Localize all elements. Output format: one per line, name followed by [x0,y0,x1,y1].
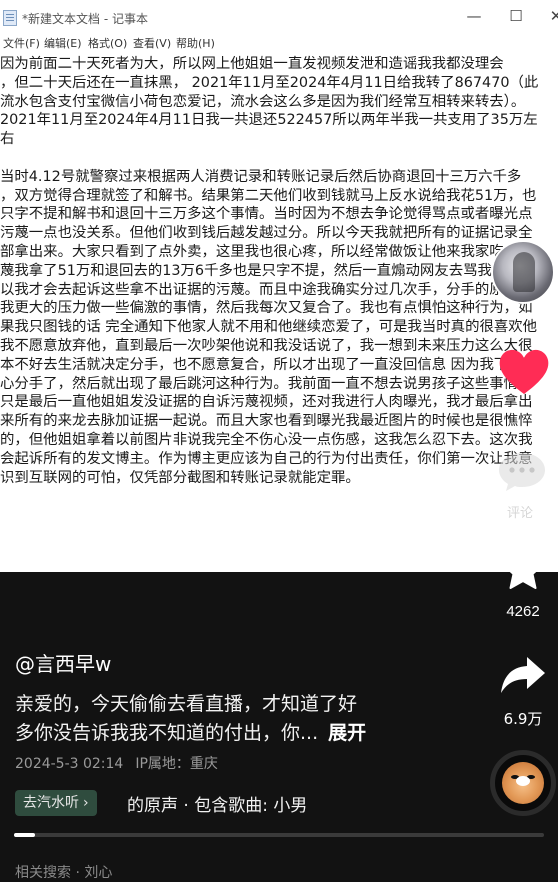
notepad-icon [3,10,17,26]
document-line: 2021年11月至2024年4月11日我一共退还522457所以两年半我一共支用… [0,112,538,129]
music-cover-icon [502,762,544,804]
document-line: 流水包含支付宝微信小荷包恋爱记，流水会这么多是因为我们经常互相转来转去）。 [0,93,526,110]
star-icon[interactable] [501,548,545,592]
caption-line-1: 亲爱的，今天偷偷去看直播，才知道了好 [15,693,358,715]
document-line: 污蔑一点也没关系。但他们收到钱后越发越过分。所以今天我就把所有的证据记录全 [0,225,533,242]
caption-line-2: 多你没告诉我我不知道的付出，你... 展开 [15,718,366,745]
video-progress-fill [14,833,35,837]
notepad-screenshot: *新建文本文档 - 记事本 — ☐ ✕ 文件(F) 编辑(E) 格式(O) 查看… [0,0,558,572]
listen-tag-button[interactable]: 去汽水听 › [15,790,97,816]
music-disc[interactable] [490,750,556,816]
document-line: 以我才会去起诉这些拿不出证据的污蔑。而且中途我确实分过几次手，分手的原因是 [0,281,533,298]
document-line: 部拿出来。大家只看到了点外卖，这里我也很心疼，所以经常做饭让他来我家吃。污 [0,244,533,260]
menu-format: 格式(O) [88,37,128,50]
author-name[interactable]: @言西早w [15,648,111,677]
expand-button[interactable]: 展开 [328,722,366,744]
tag-label: 去汽水听 [23,795,79,811]
close-button: ✕ [549,7,558,25]
document-line: 因为前面二十天死者为大，所以网上他姐姐一直发视频发泄和造谣我我都没理会 [0,56,504,72]
document-line: 只是最后一直他姐姐发没证据的自诉污蔑视频，还对我进行人肉曝光，我才最后拿出 [0,394,533,411]
live-avatar[interactable] [491,240,555,304]
chevron-right-icon: › [83,795,89,811]
document-line: 我更大的压力做一些偏激的事情，然后我每次又复合了。我也有点惧怕这种行为，如 [0,300,533,317]
document-line: 蔑我拿了51万和退回去的13万6千多也是只字不提，然后一直煽动网友去骂我。所 [0,262,521,279]
document-line: ，双方觉得合理就签了和解书。结果第二天他们收到钱就马上反水说给我花51万，也 [0,187,537,204]
document-line: 识到互联网的可怕，仅凭部分截图和转账记录就能定罪。 [0,469,360,486]
comment-icon[interactable] [496,450,548,492]
document-line: 会起诉所有的发文博主。作为博主更应该为自己的行为付出责任，你们第一次让我意 [0,450,533,467]
post-date: 2024-5-3 02:14 [15,756,124,772]
menu-bar: 文件(F) 编辑(E) 格式(O) 查看(V) 帮助(H) [0,34,558,54]
ip-location: IP属地：重庆 [135,756,218,772]
document-line: 我不愿意放弃他，直到最后一次吵架他说和我没话说了，我一想到未来压力这么大很 [0,338,533,354]
document-line: 右 [0,131,15,148]
maximize-button: ☐ [509,7,523,25]
menu-edit: 编辑(E) [44,37,82,50]
menu-view: 查看(V) [133,37,172,50]
post-meta: 2024-5-3 02:14 IP属地：重庆 [15,753,230,773]
related-search-hint[interactable]: 相关搜索 · 刘心 [15,862,112,882]
window-title: *新建文本文档 - 记事本 [22,12,148,26]
heart-icon[interactable] [497,346,551,396]
share-count: 6.9万 [503,710,543,728]
video-progress-track[interactable] [14,833,544,837]
document-line: ，但二十天后还在一直抹黑， 2021年11月至2024年4月11日给我转了867… [0,74,539,91]
caption-text: 多你没告诉我我不知道的付出，你... [15,722,319,744]
document-line: 的，但他姐姐拿着以前图片非说我完全不伤心没一点伤感，这我怎么忍下去。这次我 [0,432,533,448]
minimize-button: — [466,7,482,25]
favorite-count: 4262 [506,603,540,620]
document-line: 心分手了，然后就出现了最后跳河这种行为。我前面一直不想去说男孩子这些事情， [0,375,533,392]
document-line: 当时4.12号就警察过来根据两人消费记录和转账记录后然后协商退回十三万六千多 [0,168,522,185]
menu-help: 帮助(H) [176,37,215,50]
document-line: 只字不提和解书和退回十三万多这个事情。当时因为不想去争论觉得骂点或者曝光点 [0,206,533,223]
document-line: 本不好去生活就决定分手，也不愿意复合，所以才出现了一直没回信息 因为我下定决 [0,356,538,373]
comment-label: 评论 [507,506,534,521]
menu-file: 文件(F) [3,37,40,50]
document-line: 果我只图钱的话 完全通知下他家人就不用和他继续恋爱了，可是我当时真的很喜欢他 [0,319,538,336]
share-icon[interactable] [499,655,547,695]
music-info[interactable]: 的原声 · 包含歌曲: 小男 [127,791,362,816]
document-line: 来所有的来龙去脉加证据一起说。而且大家也看到曝光我最近图片的时候也是很憔悴 [0,413,533,430]
title-bar: *新建文本文档 - 记事本 — ☐ ✕ [0,0,558,34]
